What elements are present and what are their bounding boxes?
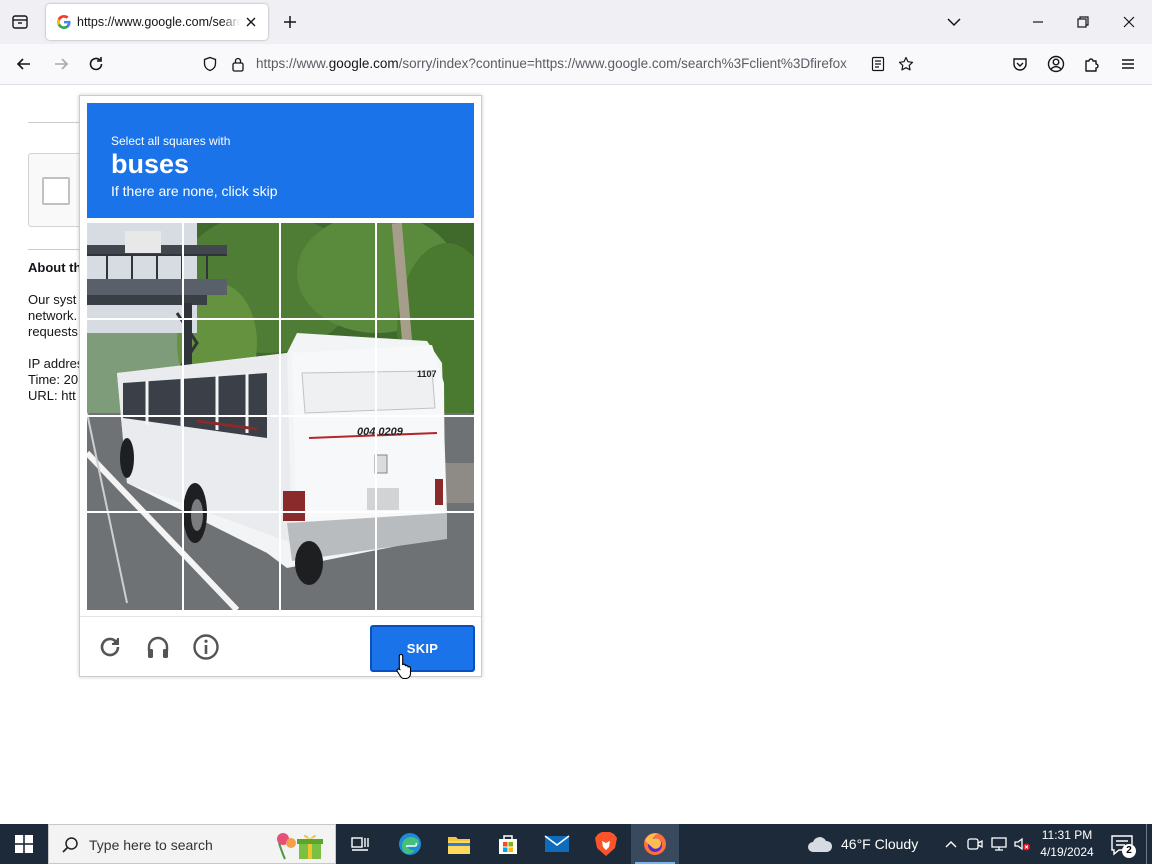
task-view-icon[interactable] <box>336 824 384 864</box>
search-placeholder: Type here to search <box>89 837 213 853</box>
clock-date: 4/19/2024 <box>1040 845 1094 859</box>
about-line-2: network. <box>28 308 78 323</box>
hamburger-menu-icon[interactable] <box>1118 54 1138 74</box>
captcha-challenge-dialog: Select all squares with buses If there a… <box>79 95 482 677</box>
tab-title: https://www.google.com/search?client=fir… <box>77 15 240 29</box>
about-line-1: Our syst <box>28 292 77 307</box>
google-favicon-icon <box>56 14 72 30</box>
windows-start-icon[interactable] <box>0 824 48 864</box>
tab-list-icon[interactable] <box>6 8 34 36</box>
mail-icon[interactable] <box>533 824 581 864</box>
windows-taskbar: Type here to search 46°F Cloudy 11:31 PM… <box>0 824 1152 864</box>
grid-tile[interactable] <box>183 223 281 320</box>
tab-strip: https://www.google.com/search?client=fir… <box>0 0 1152 44</box>
chevron-down-icon[interactable] <box>944 12 964 32</box>
grid-tile[interactable] <box>280 416 378 514</box>
grid-tile[interactable] <box>87 513 184 610</box>
microsoft-store-icon[interactable] <box>484 824 532 864</box>
grid-tile[interactable] <box>281 513 378 610</box>
volume-muted-icon[interactable] <box>1013 835 1031 853</box>
file-explorer-icon[interactable] <box>435 824 483 864</box>
ip-address-line: IP addres <box>28 356 84 371</box>
show-desktop-button[interactable] <box>1146 824 1147 864</box>
edge-icon[interactable] <box>386 824 434 864</box>
clock-time: 11:31 PM <box>1041 828 1093 842</box>
captcha-footer: SKIP <box>80 616 481 676</box>
plus-icon[interactable] <box>280 12 300 32</box>
back-arrow-icon[interactable] <box>14 54 34 74</box>
about-heading: About th <box>28 260 82 275</box>
grid-tile[interactable] <box>377 513 474 610</box>
url-path: /sorry/index?continue=https://www.google… <box>398 56 847 71</box>
firefox-icon[interactable] <box>631 824 679 864</box>
notification-count-badge: 2 <box>1122 844 1136 858</box>
grid-tile[interactable] <box>87 416 184 514</box>
reload-icon[interactable] <box>86 54 106 74</box>
puzzle-icon[interactable] <box>1082 54 1102 74</box>
grid-tile[interactable] <box>87 319 184 417</box>
grid-tile[interactable] <box>280 223 378 320</box>
network-icon[interactable] <box>990 835 1008 853</box>
grid-tile[interactable] <box>183 319 281 417</box>
grid-tile[interactable] <box>280 319 378 417</box>
close-tab-icon[interactable] <box>243 14 259 30</box>
pocket-icon[interactable] <box>1010 54 1030 74</box>
info-icon[interactable] <box>192 633 220 661</box>
captcha-image-grid: 1107 004.0209 <box>87 223 474 610</box>
system-clock[interactable]: 11:31 PM 4/19/2024 <box>1034 827 1100 861</box>
brave-browser-icon[interactable] <box>582 824 630 864</box>
reload-challenge-icon[interactable] <box>96 633 124 661</box>
meet-now-icon[interactable] <box>966 835 984 853</box>
close-window-icon[interactable] <box>1119 12 1139 32</box>
cloud-icon[interactable] <box>806 834 834 854</box>
grid-tile[interactable] <box>87 223 184 320</box>
notification-center-icon[interactable]: 2 <box>1110 834 1136 858</box>
hand-cursor-icon <box>396 653 414 679</box>
time-line: Time: 20 <box>28 372 79 387</box>
url-line: URL: htt <box>28 388 76 403</box>
lock-icon[interactable] <box>230 56 246 72</box>
shield-icon[interactable] <box>202 56 218 72</box>
about-line-3: requests <box>28 324 78 339</box>
url-prefix: https://www. <box>256 56 329 71</box>
grid-tile[interactable] <box>377 417 474 514</box>
navigation-toolbar: https://www.google.com/sorry/index?conti… <box>0 44 1152 85</box>
skip-button[interactable]: SKIP <box>370 625 475 672</box>
star-icon[interactable] <box>898 56 914 72</box>
captcha-target-word: buses <box>111 149 190 179</box>
captcha-tiles <box>87 223 474 610</box>
chevron-up-icon[interactable] <box>942 835 960 853</box>
captcha-instruction: Select all squares with <box>111 134 231 148</box>
browser-tab[interactable]: https://www.google.com/search?client=fir… <box>46 4 268 40</box>
account-icon[interactable] <box>1046 54 1066 74</box>
grid-tile[interactable] <box>183 416 281 514</box>
minimize-icon[interactable] <box>1028 12 1048 32</box>
weather-text[interactable]: 46°F Cloudy <box>841 836 918 852</box>
taskbar-search-box[interactable]: Type here to search <box>48 824 336 864</box>
captcha-hint: If there are none, click skip <box>111 183 278 199</box>
grid-tile[interactable] <box>184 513 281 610</box>
captcha-header: Select all squares with buses If there a… <box>87 103 474 218</box>
url-text[interactable]: https://www.google.com/sorry/index?conti… <box>256 56 860 71</box>
search-icon <box>61 836 79 854</box>
restore-icon[interactable] <box>1073 12 1093 32</box>
url-bar[interactable]: https://www.google.com/sorry/index?conti… <box>196 48 922 80</box>
reader-view-icon[interactable] <box>870 56 886 72</box>
grid-tile[interactable] <box>377 223 474 320</box>
search-highlight-flowers-icon <box>271 829 327 861</box>
headphones-icon[interactable] <box>144 633 172 661</box>
grid-tile[interactable] <box>377 320 474 417</box>
forward-arrow-icon[interactable] <box>51 54 71 74</box>
url-host: google.com <box>328 56 399 71</box>
recaptcha-checkbox[interactable] <box>42 177 70 205</box>
